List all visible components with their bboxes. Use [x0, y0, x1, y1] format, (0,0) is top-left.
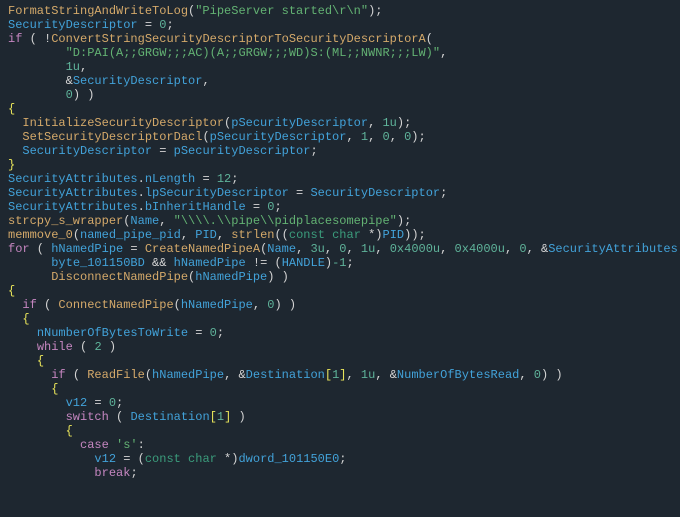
brace: {	[8, 102, 15, 116]
brace: {	[51, 382, 58, 396]
number: 0	[519, 242, 526, 256]
type: HANDLE	[282, 256, 325, 270]
variable: PID	[195, 228, 217, 242]
keyword: case	[80, 438, 109, 452]
variable: PID	[383, 228, 405, 242]
string: "D:PAI(A;;GRGW;;;AC)(A;;GRGW;;;WD)S:(ML;…	[66, 46, 440, 60]
keyword: if	[8, 32, 22, 46]
variable: pSecurityDescriptor	[210, 130, 347, 144]
fn-call: InitializeSecurityDescriptor	[22, 116, 224, 130]
field: lpSecurityDescriptor	[145, 186, 289, 200]
field: nLength	[145, 172, 195, 186]
number: 0	[267, 200, 274, 214]
variable: hNamedPipe	[51, 242, 123, 256]
variable: hNamedPipe	[152, 368, 224, 382]
number: 0	[404, 130, 411, 144]
number: 0	[109, 396, 116, 410]
number: 1u	[66, 60, 80, 74]
number: 0x4000u	[390, 242, 440, 256]
number: 0	[66, 88, 73, 102]
fn-call: ConvertStringSecurityDescriptorToSecurit…	[51, 32, 425, 46]
variable: Destination	[130, 410, 209, 424]
number: 0	[267, 298, 274, 312]
variable: SecurityDescriptor	[73, 74, 203, 88]
code-editor[interactable]: FormatStringAndWriteToLog("PipeServer st…	[0, 0, 680, 484]
number: 1	[361, 130, 368, 144]
char: 's'	[116, 438, 138, 452]
number: 1	[217, 410, 224, 424]
keyword: switch	[66, 410, 109, 424]
variable: Destination	[246, 368, 325, 382]
variable: Name	[130, 214, 159, 228]
variable: hNamedPipe	[195, 270, 267, 284]
fn-call: DisconnectNamedPipe	[51, 270, 188, 284]
fn-call: ConnectNamedPipe	[58, 298, 173, 312]
variable: byte_101150BD	[51, 256, 145, 270]
number: 0	[534, 368, 541, 382]
fn-call: SetSecurityDescriptorDacl	[22, 130, 202, 144]
variable: hNamedPipe	[174, 256, 246, 270]
number: 1u	[361, 368, 375, 382]
fn-call: memmove_0	[8, 228, 73, 242]
brace: {	[22, 312, 29, 326]
number: 0x4000u	[455, 242, 505, 256]
type: const char	[289, 228, 361, 242]
number: 12	[217, 172, 231, 186]
keyword: while	[37, 340, 73, 354]
number: 1u	[361, 242, 375, 256]
fn-call: ReadFile	[87, 368, 145, 382]
variable: SecurityAttributes	[8, 172, 138, 186]
fn-call: FormatStringAndWriteToLog	[8, 4, 188, 18]
variable: SecurityAttributes	[8, 200, 138, 214]
variable: SecurityAttributes	[548, 242, 678, 256]
variable: SecurityDescriptor	[22, 144, 152, 158]
variable: pSecurityDescriptor	[231, 116, 368, 130]
variable: hNamedPipe	[181, 298, 253, 312]
variable: SecurityDescriptor	[8, 18, 138, 32]
fn-call: strcpy_s_wrapper	[8, 214, 123, 228]
keyword: for	[8, 242, 30, 256]
number: 2	[94, 340, 101, 354]
variable: v12	[66, 396, 88, 410]
keyword: if	[22, 298, 36, 312]
brace: {	[66, 424, 73, 438]
brace: {	[37, 354, 44, 368]
variable: SecurityDescriptor	[310, 186, 440, 200]
number: -1	[332, 256, 346, 270]
variable: pSecurityDescriptor	[174, 144, 311, 158]
field: bInheritHandle	[145, 200, 246, 214]
keyword: if	[51, 368, 65, 382]
keyword: break	[94, 466, 130, 480]
number: 3u	[310, 242, 324, 256]
brace: {	[8, 284, 15, 298]
variable: NumberOfBytesRead	[397, 368, 519, 382]
brace: }	[8, 158, 15, 172]
number: 0	[210, 326, 217, 340]
variable: named_pipe_pid	[80, 228, 181, 242]
number: 1u	[382, 116, 396, 130]
variable: nNumberOfBytesToWrite	[37, 326, 188, 340]
type: const char	[145, 452, 217, 466]
variable: dword_101150E0	[238, 452, 339, 466]
fn-call: strlen	[231, 228, 274, 242]
fn-call: CreateNamedPipeA	[145, 242, 260, 256]
number: 0	[339, 242, 346, 256]
string: "PipeServer started\r\n"	[195, 4, 368, 18]
number: 0	[382, 130, 389, 144]
number: 0	[159, 18, 166, 32]
string: "\\\\.\\pipe\\pidplacesomepipe"	[174, 214, 397, 228]
variable: v12	[94, 452, 116, 466]
variable: SecurityAttributes	[8, 186, 138, 200]
variable: Name	[267, 242, 296, 256]
